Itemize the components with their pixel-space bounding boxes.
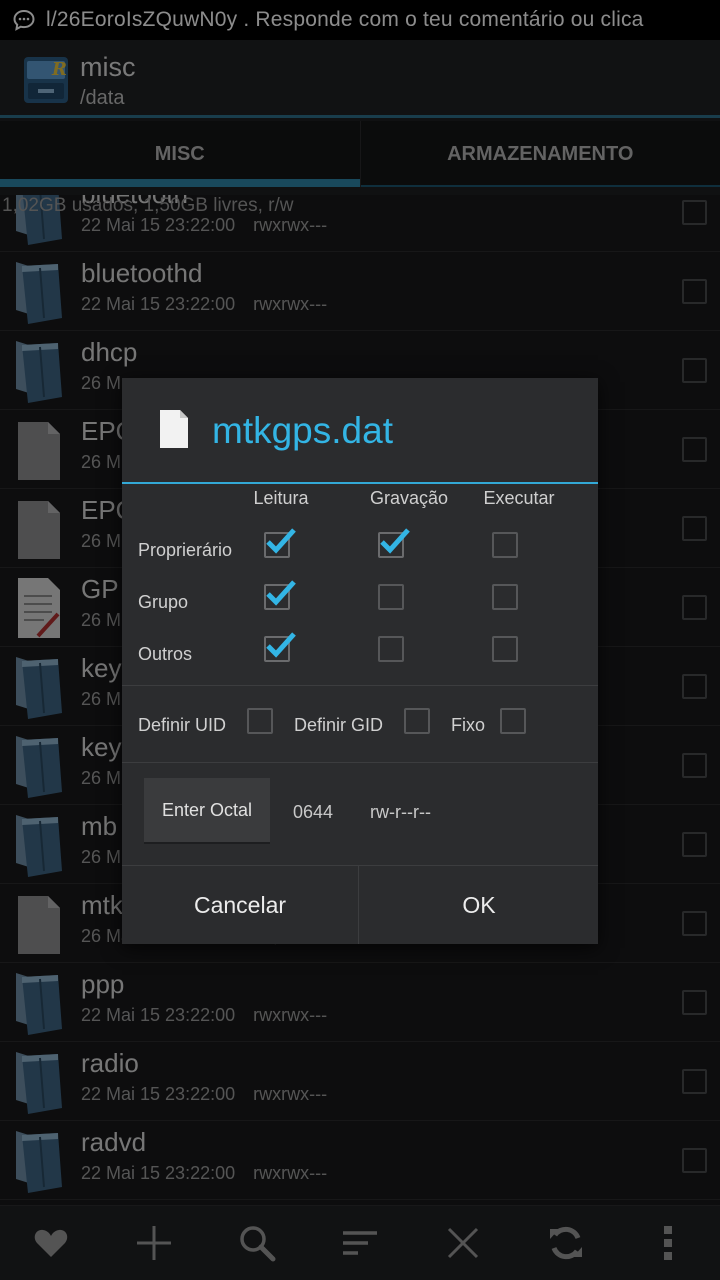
row-owner-label: Proprierário bbox=[138, 540, 233, 560]
group-read-checkbox[interactable] bbox=[264, 580, 296, 610]
checkmark-icon bbox=[266, 580, 296, 606]
enter-octal-button[interactable]: Enter Octal bbox=[144, 778, 270, 844]
row-group-label: Grupo bbox=[138, 592, 189, 612]
divider bbox=[122, 685, 598, 686]
cancel-button[interactable]: Cancelar bbox=[122, 866, 359, 944]
permission-string: rw-r--r-- bbox=[370, 802, 431, 822]
others-read-checkbox[interactable] bbox=[264, 632, 296, 662]
setuid-label: Definir UID bbox=[138, 715, 227, 735]
sticky-label: Fixo bbox=[451, 715, 486, 735]
dialog-title: mtkgps.dat bbox=[212, 410, 393, 451]
row-others-label: Outros bbox=[138, 644, 193, 664]
checkmark-icon bbox=[380, 528, 410, 554]
group-execute-checkbox[interactable] bbox=[492, 584, 518, 610]
ok-button[interactable]: OK bbox=[360, 866, 598, 944]
file-icon bbox=[160, 410, 188, 448]
column-execute: Executar bbox=[483, 488, 555, 508]
others-execute-checkbox[interactable] bbox=[492, 636, 518, 662]
divider bbox=[122, 762, 598, 763]
column-write: Gravação bbox=[369, 488, 449, 508]
permissions-dialog: mtkgps.dat Leitura Gravação Executar Pro… bbox=[122, 378, 598, 944]
group-write-checkbox[interactable] bbox=[378, 584, 404, 610]
checkmark-icon bbox=[266, 528, 296, 554]
owner-read-checkbox[interactable] bbox=[264, 528, 296, 558]
checkmark-icon bbox=[266, 632, 296, 658]
others-write-checkbox[interactable] bbox=[378, 636, 404, 662]
setgid-label: Definir GID bbox=[294, 715, 384, 735]
setuid-checkbox[interactable] bbox=[247, 708, 273, 734]
owner-execute-checkbox[interactable] bbox=[492, 532, 518, 558]
column-read: Leitura bbox=[253, 488, 309, 508]
octal-value: 0644 bbox=[293, 802, 334, 822]
sticky-checkbox[interactable] bbox=[500, 708, 526, 734]
setgid-checkbox[interactable] bbox=[404, 708, 430, 734]
dialog-header: mtkgps.dat bbox=[122, 378, 598, 484]
owner-write-checkbox[interactable] bbox=[378, 528, 410, 558]
